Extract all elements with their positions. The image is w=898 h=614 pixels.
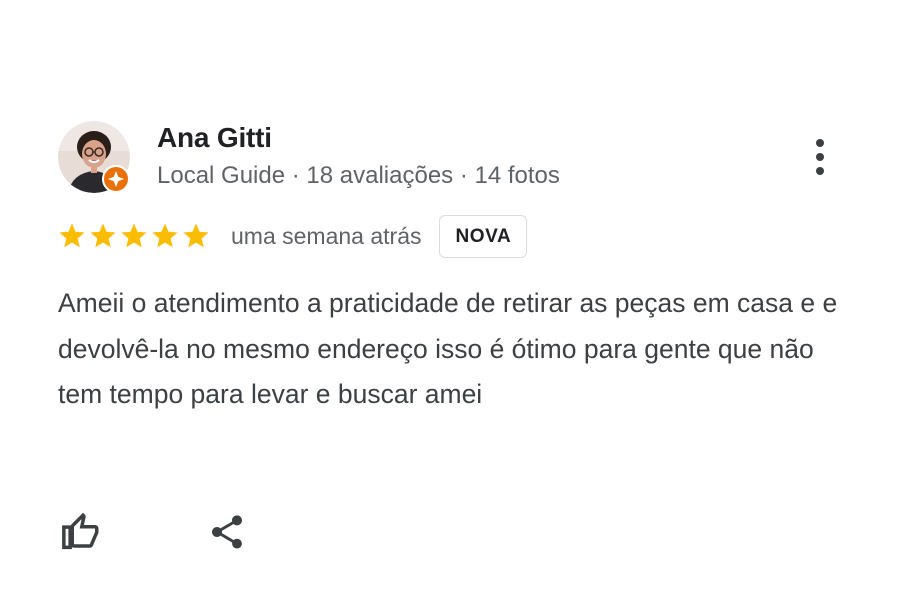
star-icon bbox=[90, 223, 116, 248]
thumbs-up-icon bbox=[62, 512, 99, 550]
star-rating bbox=[57, 221, 211, 251]
reviewer-meta[interactable]: Local Guide · 18 avaliações · 14 fotos bbox=[157, 162, 560, 190]
share-button[interactable] bbox=[204, 509, 250, 555]
reviewer-avatar[interactable] bbox=[58, 121, 130, 193]
local-guide-badge-icon bbox=[102, 165, 130, 193]
new-badge: NOVA bbox=[439, 214, 528, 258]
rating-row: uma semana atrás NOVA bbox=[57, 212, 528, 260]
review-time: uma semana atrás bbox=[231, 222, 422, 249]
reviewer-name[interactable]: Ana Gitti bbox=[157, 122, 272, 154]
more-vert-icon-dot bbox=[816, 167, 824, 175]
review-actions bbox=[58, 509, 250, 555]
star-icon bbox=[59, 223, 85, 248]
star-icon bbox=[183, 223, 209, 248]
star-icon bbox=[121, 223, 147, 248]
more-vert-icon-dot bbox=[816, 139, 824, 147]
like-button[interactable] bbox=[58, 509, 104, 555]
share-icon bbox=[212, 515, 242, 549]
more-vert-icon-dot bbox=[816, 153, 824, 161]
star-icon bbox=[152, 223, 178, 248]
review-card: Ana Gitti Local Guide · 18 avaliações · … bbox=[0, 0, 898, 614]
more-options-button[interactable] bbox=[806, 136, 834, 180]
review-text: Ameii o atendimento a praticidade de ret… bbox=[58, 288, 838, 409]
